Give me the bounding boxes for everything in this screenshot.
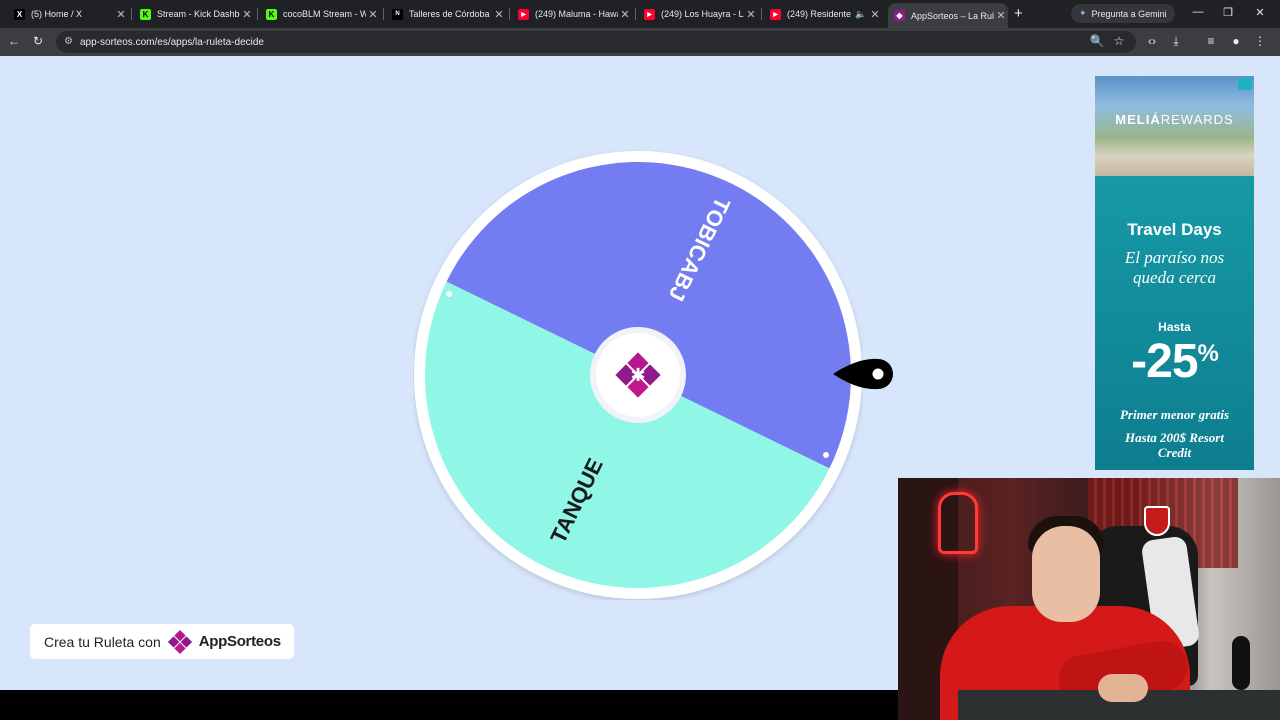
tab-title: (249) Maluma - Hawái [535,9,618,19]
roulette-wheel[interactable]: TOBICABJ TANQUE ✱ [413,150,863,600]
close-icon[interactable]: ✕ [366,8,380,21]
tab-title: AppSorteos – La Ruleta [911,10,994,21]
ad-info-icon[interactable] [1238,78,1252,90]
gemini-button[interactable]: ✦ Pregunta a Gemini [1071,4,1175,23]
club-shield-icon [1144,506,1170,536]
tab-youtube-maluma[interactable]: ▶ (249) Maluma - Hawái ✕ [512,3,632,25]
media-icon[interactable]: ≡ [1203,34,1219,48]
close-icon[interactable]: ✕ [492,8,506,21]
tab-cocoblm-stream[interactable]: K cocoBLM Stream - Watch ✕ [260,3,380,25]
tab-title: (5) Home / X [31,9,83,19]
speaker-icon[interactable]: 🔈 [854,9,868,20]
tab-title: (249) Los Huayra - La [661,9,744,19]
appsorteos-icon: ◆ [894,10,905,21]
tab-kick-dashboard[interactable]: K Stream - Kick Dashboard ✕ [134,3,254,25]
ad-discount: -25% [1131,335,1219,388]
site-info-icon[interactable]: ⚙ [64,36,73,47]
x-icon: X [14,8,25,20]
webcam-overlay [898,478,1280,720]
minimize-button[interactable]: — [1188,6,1208,18]
tab-title: cocoBLM Stream - Watch [283,9,366,19]
nba-icon: N [392,8,403,20]
kick-icon: K [140,8,151,20]
ad-subtitle: El paraíso nos queda cerca [1124,248,1225,287]
close-icon[interactable]: ✕ [114,8,128,21]
tab-youtube-residente[interactable]: ▶ (249) Residente - 🔈 ✕ [764,3,882,25]
tab-youtube-huayra[interactable]: ▶ (249) Los Huayra - La ✕ [638,3,758,25]
tab-x-home[interactable]: X (5) Home / X ✕ [8,3,128,25]
tab-title: (249) Residente - [787,9,854,19]
back-icon[interactable]: ← [6,34,22,48]
menu-kebab-icon[interactable]: ⋮ [1252,34,1268,48]
youtube-icon: ▶ [644,8,655,20]
zoom-icon[interactable]: 🔍 [1089,34,1105,48]
melia-rewards-logo: MELIÁREWARDS [1115,112,1234,127]
new-tab-button[interactable]: + [1014,5,1023,22]
close-icon[interactable]: ✕ [618,8,632,21]
ad-offer-line-2: Hasta 200$ Resort Credit [1125,430,1224,460]
promo-text: Crea tu Ruleta con [44,633,161,650]
tab-title: Talleres de Córdoba vs [409,9,492,19]
ad-offer-line-1: Primer menor gratis [1119,407,1230,422]
tab-talleres[interactable]: N Talleres de Córdoba vs ✕ [386,3,506,25]
close-window-button[interactable]: ✕ [1250,6,1270,19]
microphone-icon [1232,636,1250,690]
restore-button[interactable]: ❐ [1218,6,1238,19]
wheel-graphic: TOBICABJTANQUE ✱ [414,151,862,599]
close-icon[interactable]: ✕ [744,8,758,21]
close-icon[interactable]: ✕ [868,8,882,21]
kick-icon: K [266,8,277,20]
url-text: app-sorteos.com/es/apps/la-ruleta-decide [80,36,264,48]
download-icon[interactable]: ⤓ [1168,34,1184,49]
youtube-icon: ▶ [770,8,781,20]
neon-trophy-icon [938,492,978,554]
tab-title: Stream - Kick Dashboard [157,9,240,19]
ad-title: Travel Days [1127,220,1222,239]
wheel-pointer [833,358,893,390]
youtube-icon: ▶ [518,8,529,20]
gemini-label: Pregunta a Gemini [1091,8,1167,19]
svg-text:✱: ✱ [630,365,645,386]
gemini-icon: ✦ [1079,8,1087,18]
tab-appsorteos[interactable]: ◆ AppSorteos – La Ruleta ✕ [888,3,1008,28]
appsorteos-brand: AppSorteos [198,633,281,650]
browser-tab-strip: X (5) Home / X ✕ K Stream - Kick Dashboa… [0,0,1280,28]
code-icon[interactable]: ‹› [1144,34,1160,48]
address-bar[interactable]: ⚙ app-sorteos.com/es/apps/la-ruleta-deci… [56,31,1136,53]
profile-avatar[interactable]: ● [1228,34,1244,48]
close-icon[interactable]: ✕ [240,8,254,21]
ad-hasta: Hasta [1158,320,1191,334]
reload-icon[interactable]: ↻ [30,34,46,48]
close-icon[interactable]: ✕ [994,9,1008,22]
travel-ad[interactable]: MELIÁREWARDS Travel Days El paraíso nos … [1095,76,1254,470]
appsorteos-logo-icon [167,629,192,654]
browser-toolbar: ← ↻ ⚙ app-sorteos.com/es/apps/la-ruleta-… [0,28,1280,56]
bookmark-star-icon[interactable]: ☆ [1111,34,1127,48]
create-wheel-promo[interactable]: Crea tu Ruleta con AppSorteos [30,624,294,659]
